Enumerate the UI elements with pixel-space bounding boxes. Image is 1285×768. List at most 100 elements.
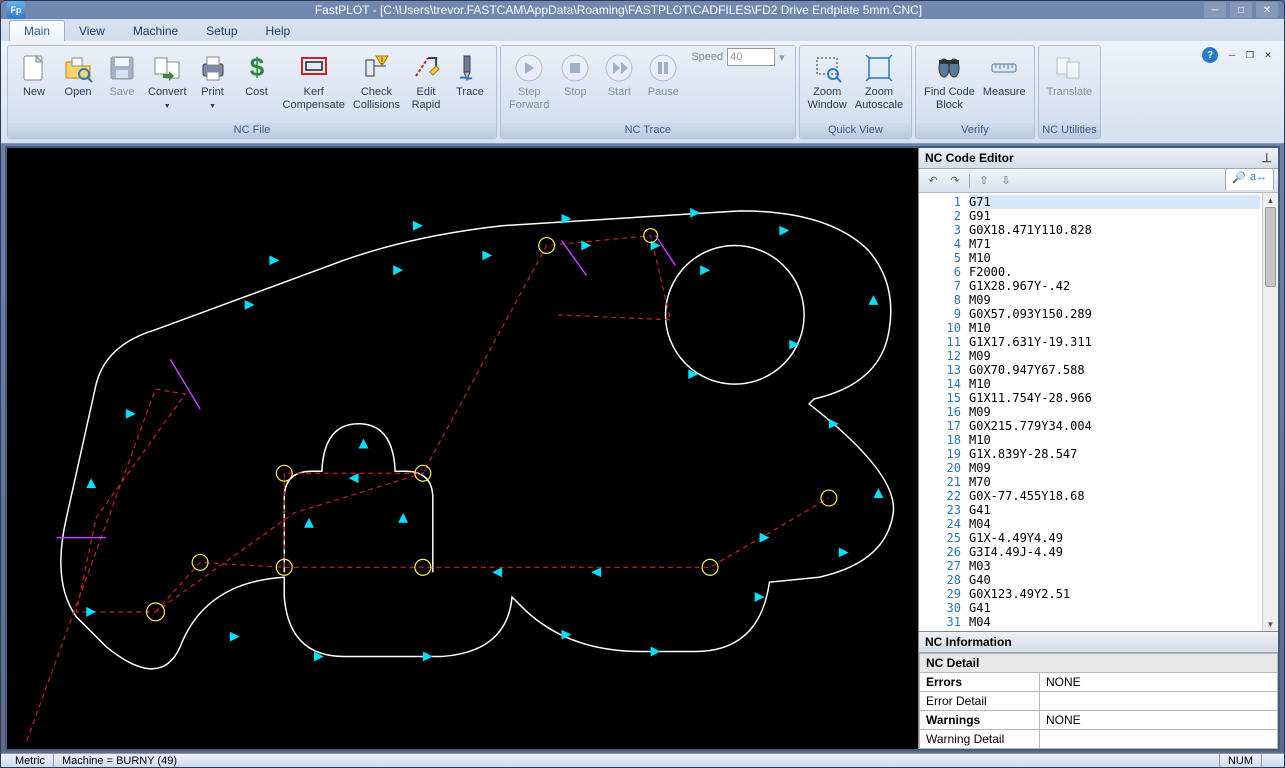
ribbon-tab-help[interactable]: Help (252, 21, 305, 41)
cost-button[interactable]: $Cost (235, 48, 279, 101)
zoomauto-label: ZoomAutoscale (855, 86, 903, 111)
replace-icon[interactable]: a↔ (1250, 171, 1267, 188)
convert-icon (151, 52, 183, 84)
find-icon[interactable]: 🔎 (1232, 171, 1246, 188)
code-line[interactable]: G1X-4.49Y4.49 (969, 531, 1260, 545)
mdi-restore-button[interactable]: ❐ (1242, 48, 1258, 62)
maximize-button[interactable]: □ (1230, 2, 1252, 18)
speed-dropdown-icon: ▾ (779, 51, 785, 64)
print-button[interactable]: Print▼ (191, 48, 235, 113)
pause-label: Pause (648, 86, 679, 99)
code-line[interactable]: M09 (969, 349, 1260, 363)
zoomwin-icon (811, 52, 843, 84)
info-key: Errors (920, 673, 1040, 692)
code-line[interactable]: G1X17.631Y-19.311 (969, 335, 1260, 349)
code-line[interactable]: M10 (969, 377, 1260, 391)
help-icon[interactable]: ? (1202, 47, 1218, 63)
measure-label: Measure (983, 86, 1026, 99)
line-number: 16 (921, 405, 961, 419)
code-line[interactable]: G3I4.49J-4.49 (969, 545, 1260, 559)
nc-info-table: NC DetailErrorsNONEError DetailWarningsN… (919, 653, 1278, 749)
editor-scrollbar[interactable]: ▲ ▼ (1262, 193, 1278, 631)
status-resize-grip[interactable] (1261, 754, 1278, 767)
ribbon-tab-main[interactable]: Main (9, 20, 65, 41)
redo-button[interactable]: ↷ (945, 172, 965, 190)
code-line[interactable]: M10 (969, 251, 1260, 265)
code-line[interactable]: G0X57.093Y150.289 (969, 307, 1260, 321)
code-line[interactable]: M04 (969, 615, 1260, 629)
measure-button[interactable]: Measure (979, 48, 1030, 101)
code-line[interactable]: G71 (969, 195, 1260, 209)
ribbon-tab-view[interactable]: View (65, 21, 119, 41)
code-line[interactable]: M70 (969, 475, 1260, 489)
scroll-up-icon[interactable]: ▲ (1263, 193, 1278, 207)
new-button[interactable]: New (12, 48, 56, 101)
convert-button[interactable]: Convert▼ (144, 48, 191, 113)
editrapid-button[interactable]: EditRapid (404, 48, 448, 113)
line-number: 3 (921, 223, 961, 237)
group-label: Verify (916, 123, 1034, 138)
ribbon-tab-setup[interactable]: Setup (192, 21, 251, 41)
line-number: 28 (921, 573, 961, 587)
nav-down-button[interactable]: ⇩ (996, 172, 1016, 190)
code-line[interactable]: G0X123.49Y2.51 (969, 587, 1260, 601)
code-line[interactable]: M03 (969, 559, 1260, 573)
code-line[interactable]: F2000. (969, 265, 1260, 279)
title-bar: Fp FastPLOT - [C:\Users\trevor.FASTCAM\A… (1, 1, 1284, 19)
line-number: 14 (921, 377, 961, 391)
zoomwin-button[interactable]: ZoomWindow (804, 48, 851, 113)
code-line[interactable]: G41 (969, 503, 1260, 517)
undo-button[interactable]: ↶ (923, 172, 943, 190)
code-line[interactable]: G91 (969, 209, 1260, 223)
speed-input (727, 48, 775, 66)
info-key: Warning Detail (920, 730, 1040, 749)
code-line[interactable]: M09 (969, 405, 1260, 419)
mdi-close-button[interactable]: ✕ (1260, 48, 1276, 62)
line-number: 31 (921, 615, 961, 629)
pin-icon[interactable]: ⊥ (1262, 151, 1272, 165)
code-line[interactable]: M71 (969, 237, 1260, 251)
close-button[interactable]: ✕ (1256, 2, 1278, 18)
code-line[interactable]: G1X11.754Y-28.966 (969, 391, 1260, 405)
code-line[interactable]: M10 (969, 433, 1260, 447)
code-line[interactable]: G0X215.779Y34.004 (969, 419, 1260, 433)
kerf-button[interactable]: KerfCompensate (279, 48, 349, 113)
findblock-button[interactable]: Find CodeBlock (920, 48, 979, 113)
code-line[interactable]: M09 (969, 293, 1260, 307)
nc-info-title: NC Information (925, 635, 1012, 649)
line-number: 4 (921, 237, 961, 251)
code-editor-title: NC Code Editor (925, 151, 1014, 165)
code-line[interactable]: G40 (969, 573, 1260, 587)
measure-icon (988, 52, 1020, 84)
translate-button: Translate (1043, 48, 1096, 101)
code-line[interactable]: G1X.839Y-28.547 (969, 447, 1260, 461)
ribbon-group-nc-trace: StepForwardStopStartPauseSpeed▾NC Trace (500, 45, 796, 139)
check-button[interactable]: !CheckCollisions (349, 48, 404, 113)
info-row: Error Detail (920, 692, 1278, 711)
code-line[interactable]: M09 (969, 461, 1260, 475)
trace-button[interactable]: Trace (448, 48, 492, 101)
line-number: 24 (921, 517, 961, 531)
minimize-button[interactable]: ─ (1204, 2, 1226, 18)
line-number: 7 (921, 279, 961, 293)
scroll-thumb[interactable] (1265, 207, 1276, 287)
check-label: CheckCollisions (353, 86, 400, 111)
zoomauto-icon (863, 52, 895, 84)
ribbon-tab-machine[interactable]: Machine (119, 21, 192, 41)
mdi-minimize-button[interactable]: ─ (1224, 48, 1240, 62)
start-label: Start (608, 86, 631, 99)
code-area[interactable]: 1234567891011121314151617181920212223242… (919, 193, 1278, 631)
code-line[interactable]: G0X70.947Y67.588 (969, 363, 1260, 377)
code-line[interactable]: G0X-77.455Y18.68 (969, 489, 1260, 503)
code-line[interactable]: M10 (969, 321, 1260, 335)
code-line[interactable]: G0X18.471Y110.828 (969, 223, 1260, 237)
stop-button: Stop (553, 48, 597, 101)
open-button[interactable]: Open (56, 48, 100, 101)
zoomauto-button[interactable]: ZoomAutoscale (851, 48, 907, 113)
scroll-down-icon[interactable]: ▼ (1263, 617, 1278, 631)
code-line[interactable]: G41 (969, 601, 1260, 615)
code-line[interactable]: M04 (969, 517, 1260, 531)
plot-canvas[interactable] (7, 148, 918, 749)
code-line[interactable]: G1X28.967Y-.42 (969, 279, 1260, 293)
nav-up-button[interactable]: ⇧ (974, 172, 994, 190)
